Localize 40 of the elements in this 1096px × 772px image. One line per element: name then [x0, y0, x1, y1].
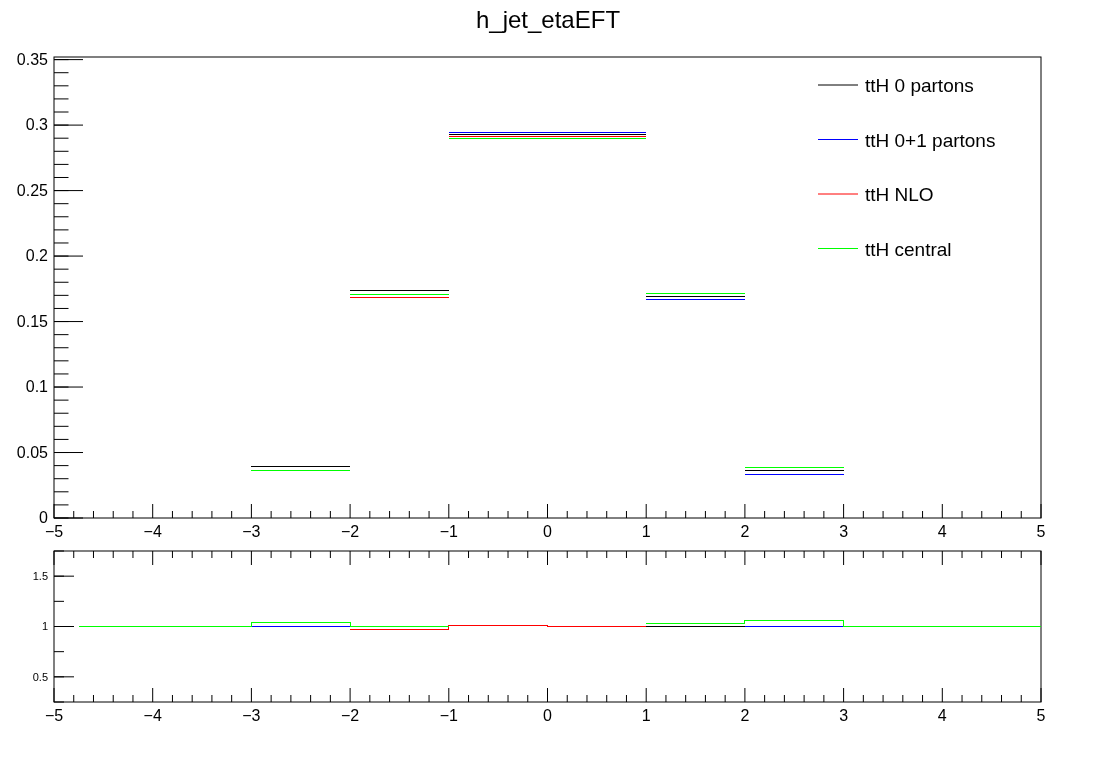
- x-tick-label: 4: [937, 707, 947, 724]
- x-tick-label: 3: [839, 707, 849, 724]
- y-tick-label: 0.05: [16, 443, 48, 461]
- y-tick-label: 0.35: [16, 50, 48, 68]
- x-tick-label: −1: [439, 707, 458, 724]
- x-tick-label: −2: [341, 523, 360, 540]
- x-tick-label: 1: [641, 707, 651, 724]
- y-tick-label: 1: [41, 620, 48, 633]
- legend-label: ttH central: [865, 238, 952, 260]
- x-tick-label: −4: [143, 523, 162, 540]
- y-tick-label: 0.15: [16, 312, 48, 330]
- chart-title: h_jet_etaEFT: [475, 5, 621, 35]
- x-tick-label: −3: [242, 707, 261, 724]
- x-tick-label: 5: [1036, 707, 1046, 724]
- y-tick-label: 0.2: [25, 247, 48, 265]
- x-tick-label: −5: [44, 707, 64, 724]
- y-tick-label: 1.5: [32, 569, 48, 582]
- x-tick-label: −3: [242, 523, 261, 540]
- x-tick-label: 1: [641, 523, 651, 540]
- legend-line: [817, 193, 859, 195]
- x-tick-label: 2: [740, 523, 750, 540]
- legend-label: ttH 0 partons: [865, 75, 974, 96]
- y-tick-label: 0.5: [32, 670, 48, 683]
- x-tick-label: −4: [143, 707, 162, 724]
- legend-label: ttH 0+1 partons: [865, 129, 996, 151]
- x-tick-label: 2: [740, 707, 750, 724]
- x-tick-label: 4: [937, 523, 947, 540]
- y-tick-label: 0.3: [25, 116, 48, 134]
- legend-line: [817, 139, 859, 140]
- x-tick-label: −2: [341, 707, 360, 724]
- x-tick-label: 3: [839, 523, 849, 540]
- x-tick-label: −1: [439, 523, 458, 540]
- legend-line: [817, 248, 859, 249]
- x-tick-label: 0: [543, 523, 552, 540]
- y-tick-label: 0.1: [25, 378, 48, 396]
- legend-label: ttH NLO: [865, 184, 934, 205]
- x-tick-label: 5: [1036, 523, 1046, 540]
- y-tick-label: 0.25: [16, 181, 48, 199]
- x-tick-label: 0: [543, 707, 552, 724]
- legend-line: [817, 84, 859, 86]
